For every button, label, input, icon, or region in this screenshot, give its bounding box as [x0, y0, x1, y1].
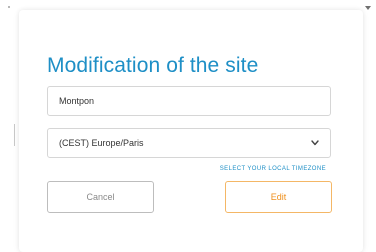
modify-site-dialog: Modification of the site Montpon (CEST) … [19, 10, 363, 252]
chevron-down-icon [311, 139, 319, 147]
dialog-title: Modification of the site [47, 54, 259, 77]
timezone-select[interactable]: (CEST) Europe/Paris [47, 128, 331, 158]
cancel-button[interactable]: Cancel [47, 181, 154, 213]
corner-arrow-icon [365, 6, 371, 10]
edit-button[interactable]: Edit [225, 181, 332, 213]
timezone-selected-value: (CEST) Europe/Paris [59, 138, 144, 148]
site-name-value: Montpon [59, 96, 95, 106]
screen: Modification of the site Montpon (CEST) … [0, 0, 376, 252]
timezone-hint: SELECT YOUR LOCAL TIMEZONE [219, 166, 326, 172]
edit-button-label: Edit [270, 192, 287, 202]
site-name-input[interactable]: Montpon [47, 86, 331, 116]
background-edge [14, 124, 15, 146]
corner-dot [8, 6, 10, 8]
cancel-button-label: Cancel [86, 192, 115, 202]
